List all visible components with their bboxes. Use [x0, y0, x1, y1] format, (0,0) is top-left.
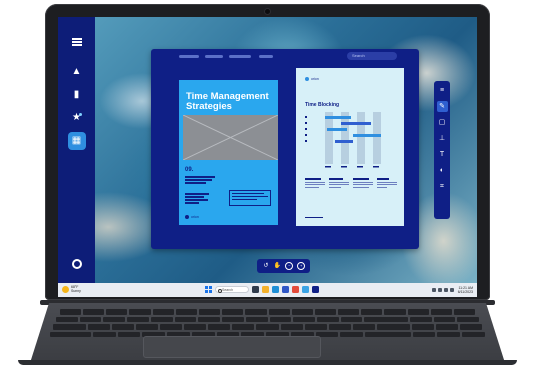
taskbar: 68°F Sunny Search 11:21 AM 6/11/2023 [58, 283, 477, 297]
zoom-out-icon[interactable]: − [285, 262, 294, 270]
clock-date: 6/11/2023 [457, 290, 473, 294]
sidebar-item-analytics[interactable]: ▮ [68, 86, 86, 104]
text-columns [305, 178, 397, 189]
ring-icon [71, 259, 82, 269]
section-title: Time Blocking [305, 102, 340, 108]
pen-icon[interactable]: ✎ [436, 101, 448, 112]
task-view-icon[interactable] [252, 286, 259, 293]
sidebar-item-favorites[interactable]: ★ [68, 109, 86, 127]
screen: ▲ ▮ ★ ▦ Search Time Management Strategie… [58, 17, 477, 297]
tab-3[interactable] [229, 55, 251, 58]
chevron-up-icon[interactable] [431, 288, 436, 292]
brand-logo: orion [305, 77, 319, 81]
menu-icon [71, 38, 82, 46]
battery-icon[interactable] [449, 288, 454, 292]
grid-icon: ▦ [71, 135, 82, 146]
file-explorer-icon[interactable] [262, 286, 269, 293]
star-icon: ★ [72, 112, 82, 123]
trackpad[interactable] [143, 336, 321, 358]
tab-2[interactable] [205, 55, 223, 58]
app-sidebar: ▲ ▮ ★ ▦ [58, 17, 95, 283]
weather-desc: Sunny [71, 289, 81, 293]
sun-icon [62, 285, 69, 293]
notes-app-icon[interactable] [312, 286, 319, 293]
text-icon[interactable]: T [437, 149, 448, 160]
wifi-icon[interactable] [437, 288, 442, 292]
body-text-block [185, 176, 215, 186]
crop-icon[interactable]: ⌗ [437, 181, 448, 192]
tab-4[interactable] [259, 55, 273, 58]
edge-icon[interactable] [272, 286, 279, 293]
app-icon[interactable] [302, 286, 309, 293]
color-icon[interactable]: ◐ [437, 165, 448, 176]
time-blocking-chart [305, 112, 395, 168]
undo-icon[interactable]: ↺ [262, 262, 270, 270]
sidebar-item-grid[interactable]: ▦ [67, 132, 86, 150]
bar-chart-icon: ▮ [73, 89, 80, 100]
page-title: Time Management Strategies [186, 91, 269, 112]
start-button[interactable] [205, 286, 212, 293]
search-placeholder: Search [352, 53, 365, 58]
menu-button[interactable] [68, 33, 86, 51]
tab-1[interactable] [179, 55, 199, 58]
volume-icon[interactable] [443, 288, 448, 292]
hand-icon[interactable]: ✋ [274, 262, 282, 270]
note-icon[interactable]: ▢ [437, 117, 448, 128]
sidebar-item-home[interactable]: ▲ [68, 63, 86, 81]
page-footer [305, 216, 323, 218]
section-number: 09. [185, 167, 194, 173]
clock[interactable]: 11:21 AM 6/11/2023 [458, 286, 473, 294]
anchor-icon[interactable]: ⊥ [437, 133, 448, 144]
mail-icon[interactable] [282, 286, 289, 293]
callout-box [229, 190, 271, 206]
app-topbar: Search [151, 49, 419, 63]
pen-toolbar: ≡ ✎ ▢ ⊥ T ◐ ⌗ [434, 81, 450, 219]
document-page-left[interactable]: Time Management Strategies 09. orion [179, 80, 278, 225]
brand-name: orion [191, 215, 199, 219]
keyboard [50, 309, 485, 339]
laptop-lid: ▲ ▮ ★ ▦ Search Time Management Strategie… [45, 4, 490, 300]
zoom-in-icon[interactable]: + [297, 262, 306, 270]
laptop-base-edge [18, 360, 517, 365]
sidebar-item-settings[interactable] [68, 255, 86, 273]
image-placeholder [183, 115, 278, 160]
body-text-block [185, 193, 209, 205]
taskbar-apps: Search [205, 286, 319, 293]
brand-name: orion [311, 77, 319, 81]
bottom-toolbar: ↺ ✋ − + [257, 259, 310, 273]
brand-logo: orion [185, 215, 199, 219]
weather-widget[interactable]: 68°F Sunny [62, 285, 81, 293]
webcam [265, 9, 270, 14]
document-app-window: Search Time Management Strategies 09. or… [151, 49, 419, 249]
list-icon[interactable]: ≡ [437, 85, 448, 96]
taskbar-search[interactable]: Search [215, 286, 249, 293]
triangle-icon: ▲ [71, 66, 82, 77]
store-icon[interactable] [292, 286, 299, 293]
search-input[interactable]: Search [347, 52, 397, 60]
document-page-right[interactable]: orion Time Blocking [296, 68, 404, 226]
system-tray: 11:21 AM 6/11/2023 [431, 286, 473, 294]
